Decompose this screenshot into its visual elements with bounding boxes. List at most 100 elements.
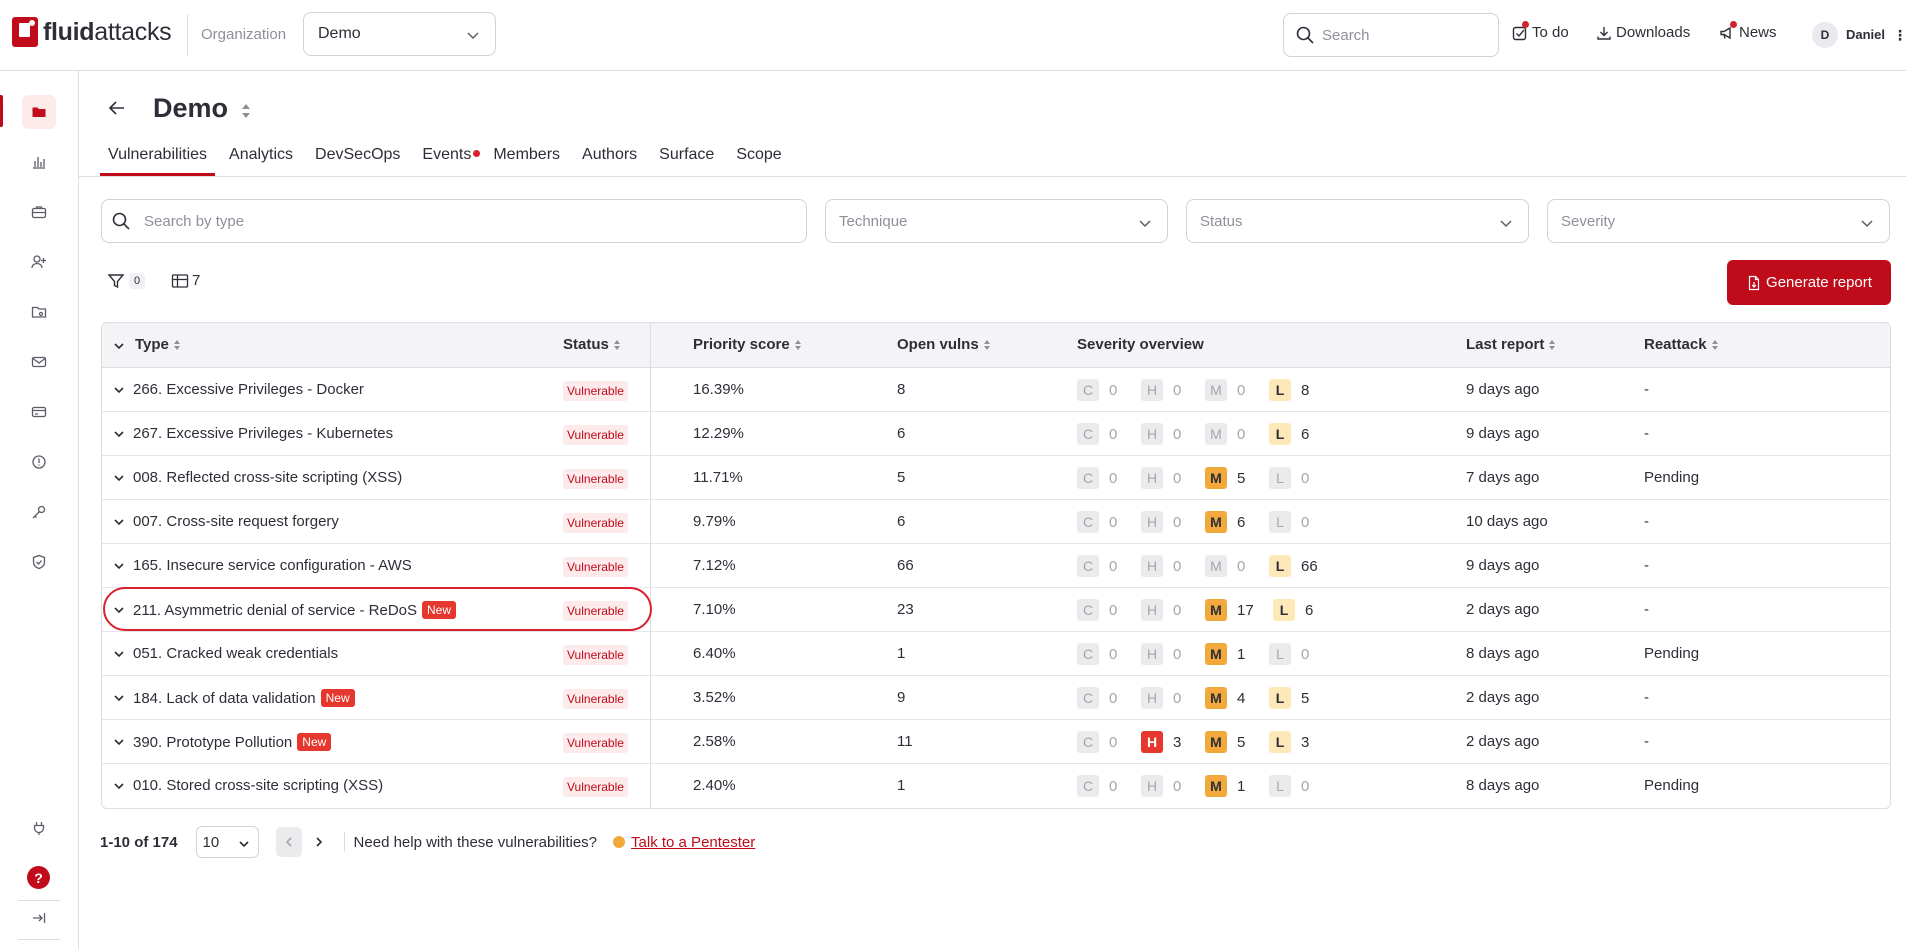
sidebar-item-messages[interactable] [22, 345, 56, 379]
chevron-down-icon[interactable] [113, 384, 125, 396]
table-row[interactable]: 211. Asymmetric denial of service - ReDo… [102, 588, 1890, 632]
severity-h: H0 [1141, 511, 1181, 533]
todo-button[interactable]: To do [1512, 21, 1569, 41]
reattack-status: - [1644, 381, 1649, 398]
sidebar-item-credentials[interactable] [22, 295, 56, 329]
tab-members[interactable]: Members [485, 140, 568, 176]
status-badge: Vulnerable [563, 425, 628, 445]
sidebar-item-policies[interactable] [22, 545, 56, 579]
global-search-input[interactable]: Search [1283, 13, 1499, 57]
status-select[interactable]: Status [1186, 199, 1529, 243]
column-header-last-report[interactable]: Last report [1466, 336, 1556, 353]
organization-select[interactable]: Demo [303, 12, 496, 56]
tab-events[interactable]: Events [414, 140, 481, 176]
column-header-reattack[interactable]: Reattack [1644, 336, 1719, 353]
severity-select[interactable]: Severity [1547, 199, 1890, 243]
user-name[interactable]: Daniel [1846, 27, 1885, 42]
more-options-icon[interactable]: ⋮ [1893, 27, 1906, 44]
page-size-select[interactable]: 10 [195, 826, 259, 858]
type-search-input[interactable]: Search by type [101, 199, 807, 243]
sidebar-item-analytics[interactable] [22, 145, 56, 179]
downloads-button[interactable]: Downloads [1596, 24, 1690, 41]
generate-report-button[interactable]: Generate report [1727, 260, 1891, 305]
table-row[interactable]: 390. Prototype Pollution New Vulnerable 2.5… [102, 720, 1890, 764]
news-button[interactable]: News [1719, 21, 1777, 41]
chevron-down-icon[interactable] [113, 472, 125, 484]
expand-all-icon[interactable] [113, 340, 125, 352]
tab-analytics[interactable]: Analytics [221, 140, 301, 176]
type-cell[interactable]: 266. Excessive Privileges - Docker [133, 381, 364, 398]
previous-page-button[interactable] [275, 827, 302, 857]
chevron-down-icon[interactable] [113, 560, 125, 572]
table-row[interactable]: 051. Cracked weak credentials Vulnerable 6… [102, 632, 1890, 676]
chevron-down-icon [1139, 220, 1151, 228]
chevron-down-icon[interactable] [113, 692, 125, 704]
sidebar-item-keys[interactable] [22, 495, 56, 529]
type-cell[interactable]: 211. Asymmetric denial of service - ReDo… [133, 601, 457, 619]
severity-count: 1 [1237, 645, 1246, 663]
chevron-down-icon[interactable] [113, 736, 125, 748]
sidebar-item-alerts[interactable] [22, 445, 56, 479]
tab-authors[interactable]: Authors [574, 140, 645, 176]
severity-h: H0 [1141, 687, 1181, 709]
sort-icon [173, 339, 180, 350]
chevron-left-icon [285, 837, 292, 847]
type-cell[interactable]: 051. Cracked weak credentials [133, 645, 338, 662]
tab-scope[interactable]: Scope [728, 140, 789, 176]
back-button[interactable] [107, 98, 127, 122]
chevron-down-icon[interactable] [113, 648, 125, 660]
page-title: Demo [153, 93, 229, 123]
technique-select[interactable]: Technique [825, 199, 1168, 243]
severity-count: 0 [1237, 425, 1246, 443]
column-header-status[interactable]: Status [563, 336, 621, 353]
chevron-down-icon[interactable] [113, 428, 125, 440]
type-cell[interactable]: 390. Prototype Pollution New [133, 733, 332, 751]
tab-surface[interactable]: Surface [651, 140, 722, 176]
group-switch-icon[interactable] [240, 102, 252, 124]
type-cell[interactable]: 008. Reflected cross-site scripting (XSS… [133, 469, 402, 486]
type-cell[interactable]: 007. Cross-site request forgery [133, 513, 339, 530]
table-row[interactable]: 165. Insecure service configuration - AW… [102, 544, 1890, 588]
table-row[interactable]: 266. Excessive Privileges - Docker Vulner… [102, 368, 1890, 412]
severity-letter: M [1205, 687, 1227, 709]
chevron-down-icon[interactable] [113, 780, 125, 792]
columns-button[interactable]: 7 [171, 272, 200, 289]
sort-icon [983, 339, 990, 350]
sidebar-item-members[interactable] [22, 245, 56, 279]
sidebar-item-groups[interactable] [22, 95, 56, 129]
next-page-button[interactable] [306, 827, 332, 857]
table-row[interactable]: 267. Excessive Privileges - Kubernetes Vu… [102, 412, 1890, 456]
avatar[interactable]: D [1812, 22, 1838, 48]
open-vulns-count: 11 [897, 733, 913, 750]
severity-count: 0 [1173, 777, 1182, 795]
table-row[interactable]: 184. Lack of data validation New Vulnerabl… [102, 676, 1890, 720]
help-button[interactable]: ? [27, 866, 50, 889]
filters-button[interactable]: 0 [107, 272, 146, 290]
table-row[interactable]: 008. Reflected cross-site scripting (XSS… [102, 456, 1890, 500]
sidebar-item-portfolio[interactable] [22, 195, 56, 229]
chevron-down-icon[interactable] [113, 516, 125, 528]
type-cell[interactable]: 010. Stored cross-site scripting (XSS) [133, 777, 383, 794]
table-row[interactable]: 010. Stored cross-site scripting (XSS) Vu… [102, 764, 1890, 808]
column-header-priority[interactable]: Priority score [693, 336, 802, 353]
type-cell[interactable]: 267. Excessive Privileges - Kubernetes [133, 425, 393, 442]
severity-h: H3 [1141, 731, 1181, 753]
talk-to-pentester-link[interactable]: Talk to a Pentester [613, 834, 755, 851]
column-header-type[interactable]: Type [135, 336, 181, 353]
divider [187, 14, 188, 56]
vulnerabilities-table: Type Status Priority score Open vulns Se… [101, 322, 1891, 809]
sidebar-item-plug[interactable] [22, 811, 56, 845]
fluidattacks-logo[interactable]: fluidattacks [12, 17, 172, 47]
severity-letter: C [1077, 423, 1099, 445]
chevron-down-icon[interactable] [113, 604, 125, 616]
last-report: 7 days ago [1466, 469, 1540, 486]
table-row[interactable]: 007. Cross-site request forgery Vulnerabl… [102, 500, 1890, 544]
type-cell[interactable]: 184. Lack of data validation New [133, 689, 355, 707]
type-name: 390. Prototype Pollution [133, 733, 293, 751]
type-cell[interactable]: 165. Insecure service configuration - AW… [133, 557, 412, 574]
tab-devsecops[interactable]: DevSecOps [307, 140, 408, 176]
sidebar-expand-button[interactable] [22, 901, 56, 935]
tab-vulnerabilities[interactable]: Vulnerabilities [100, 140, 216, 176]
sidebar-item-billing[interactable] [22, 395, 56, 429]
column-header-open-vulns[interactable]: Open vulns [897, 336, 991, 353]
